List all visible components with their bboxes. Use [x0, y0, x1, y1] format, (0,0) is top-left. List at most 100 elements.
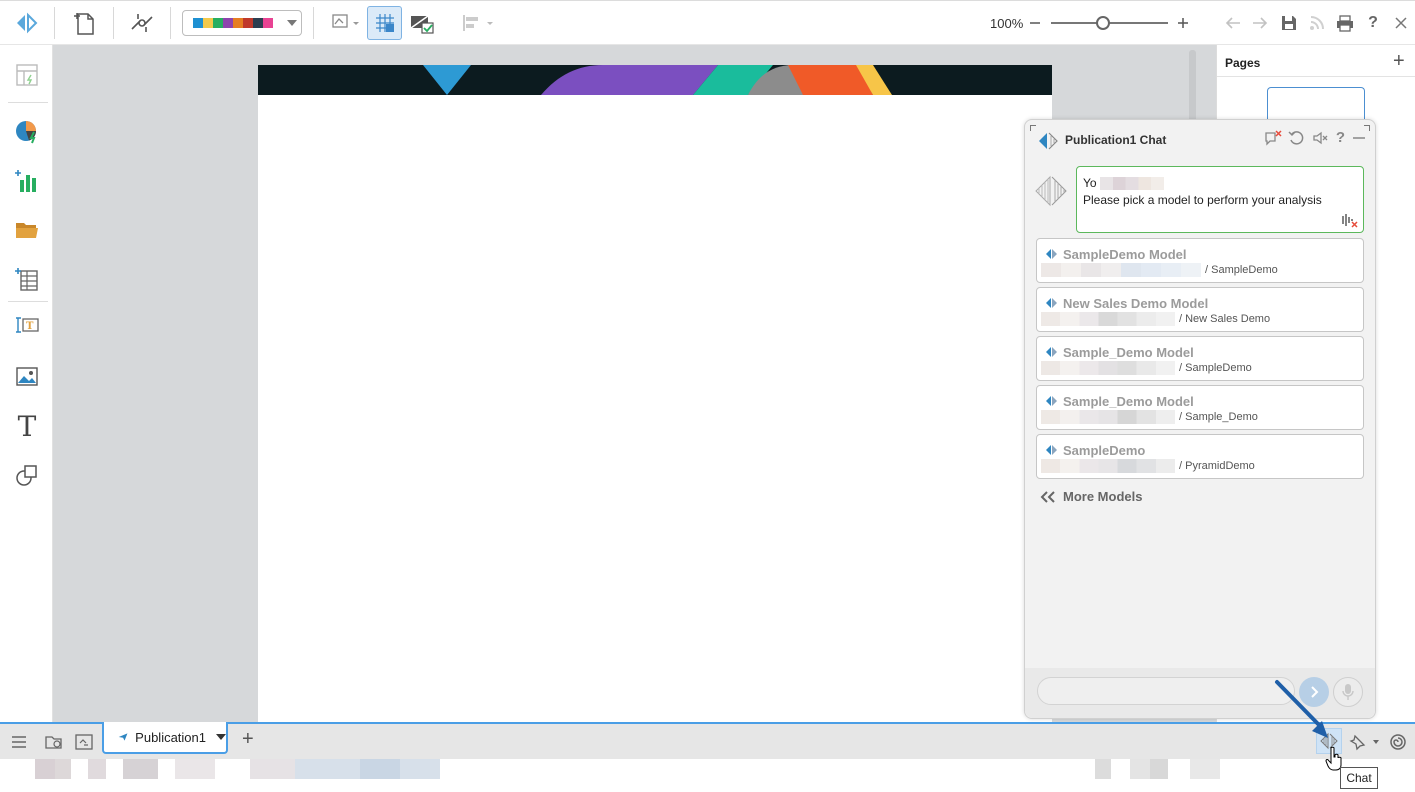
snap-to-grid-toggle[interactable]: [367, 6, 402, 40]
plus-icon: [1178, 18, 1188, 28]
prompt-text: Please pick a model to perform your anal…: [1083, 193, 1322, 207]
smart-layout-button[interactable]: [13, 61, 41, 89]
model-name: SampleDemo Model: [1063, 247, 1187, 262]
toolbar-divider: [113, 7, 114, 39]
zoom-level-label: 100%: [990, 16, 1024, 31]
add-visual-button[interactable]: [13, 167, 41, 195]
page-banner: [258, 65, 1052, 95]
toolbar-divider: [54, 7, 55, 39]
chat-logo-icon: [1039, 132, 1058, 150]
model-icon: [1046, 445, 1057, 455]
model-name: Sample_Demo Model: [1063, 345, 1194, 360]
report-page[interactable]: [258, 65, 1052, 725]
add-tab-button[interactable]: +: [242, 728, 254, 751]
add-text-button[interactable]: T: [13, 409, 41, 443]
add-image-button[interactable]: [13, 362, 41, 390]
add-page-button[interactable]: +: [1393, 50, 1405, 73]
new-page-button[interactable]: [68, 7, 100, 39]
layout-button[interactable]: [406, 7, 438, 39]
mute-icon[interactable]: [1312, 130, 1330, 146]
chat-input[interactable]: [1037, 677, 1295, 705]
close-button[interactable]: [1390, 7, 1412, 39]
model-path: / PyramidDemo: [1179, 460, 1255, 472]
folder-icon: [16, 223, 38, 238]
swirl-icon: [1390, 734, 1406, 750]
model-card[interactable]: Sample_Demo Model / Sample_Demo: [1036, 385, 1364, 430]
pie-chart-icon: [16, 121, 36, 144]
table-add-icon: [15, 268, 38, 291]
redacted-model-owner: [1041, 410, 1175, 424]
grid-icon: [375, 14, 394, 32]
new-page-icon: [74, 13, 94, 35]
model-card[interactable]: SampleDemo / PyramidDemo: [1036, 434, 1364, 479]
model-card[interactable]: Sample_Demo Model / SampleDemo: [1036, 336, 1364, 381]
zoom-slider-thumb[interactable]: [1096, 16, 1110, 30]
model-card[interactable]: New Sales Demo Model / New Sales Demo: [1036, 287, 1364, 332]
chat-panel: Publication1 Chat ? Yo Please pick a mod…: [1024, 119, 1376, 719]
model-card[interactable]: SampleDemo Model / SampleDemo: [1036, 238, 1364, 283]
chevron-down-icon[interactable]: [216, 734, 226, 740]
model-path: / SampleDemo: [1179, 362, 1252, 374]
greeting-text: Yo: [1083, 176, 1097, 190]
audio-off-icon[interactable]: [1341, 212, 1359, 228]
clear-chat-icon[interactable]: [1264, 129, 1282, 146]
minimize-icon[interactable]: [1351, 130, 1367, 146]
annotation-arrow: [1275, 680, 1328, 738]
dynamic-text-button[interactable]: T: [13, 311, 41, 339]
zoom-in-button[interactable]: [1174, 7, 1192, 39]
model-icon: [1046, 396, 1057, 406]
help-button[interactable]: ?: [1362, 7, 1384, 39]
smart-visual-button[interactable]: [13, 117, 41, 145]
theme-button[interactable]: [328, 7, 362, 39]
text-icon: T: [17, 409, 37, 443]
swirl-button[interactable]: [1388, 732, 1408, 752]
model-icon: [1046, 347, 1057, 357]
add-shape-button[interactable]: [13, 461, 41, 489]
app-logo-icon[interactable]: [12, 7, 42, 39]
more-models-button[interactable]: More Models: [1039, 489, 1142, 504]
model-icon: [1046, 298, 1057, 308]
rss-button[interactable]: [1306, 7, 1328, 39]
menu-button[interactable]: [9, 732, 29, 752]
chevron-down-icon: [287, 20, 297, 26]
pin-button[interactable]: [1348, 732, 1368, 752]
redacted-model-owner: [1041, 361, 1175, 375]
pin-icon: [1349, 734, 1366, 751]
help-icon[interactable]: ?: [1336, 129, 1345, 146]
undo-button[interactable]: [1222, 7, 1244, 39]
tab-publication1[interactable]: Publication1: [102, 722, 228, 754]
theme-icon: [332, 14, 359, 28]
align-button[interactable]: [458, 7, 496, 39]
connection-icon: [131, 14, 153, 32]
open-content-button[interactable]: [13, 216, 41, 244]
toolbar-divider: [313, 7, 314, 39]
sidebar-divider: [8, 301, 48, 302]
model-name: Sample_Demo Model: [1063, 394, 1194, 409]
canvas-vertical-scrollbar[interactable]: [1189, 50, 1196, 130]
redacted-model-owner: [1041, 459, 1175, 473]
model-name: New Sales Demo Model: [1063, 296, 1209, 311]
chat-tooltip: Chat: [1340, 767, 1378, 789]
zoom-out-button[interactable]: [1026, 7, 1044, 39]
redacted-model-owner: [1041, 263, 1201, 277]
close-icon: [1395, 17, 1407, 29]
color-palette-dropdown[interactable]: [182, 10, 302, 36]
save-button[interactable]: [1278, 7, 1300, 39]
model-name: SampleDemo: [1063, 443, 1146, 458]
more-models-label: More Models: [1063, 489, 1143, 504]
model-path: / New Sales Demo: [1179, 313, 1271, 325]
sidebar-divider: [8, 102, 48, 103]
question-icon: ?: [1368, 14, 1378, 31]
redo-button[interactable]: [1249, 7, 1271, 39]
fit-page-button[interactable]: [74, 732, 94, 752]
connections-button[interactable]: [126, 7, 158, 39]
open-file-button[interactable]: [44, 732, 64, 752]
align-left-icon: [463, 15, 493, 31]
double-chevron-left-icon: [1040, 490, 1055, 503]
save-icon: [1282, 16, 1296, 30]
model-path: / Sample_Demo: [1179, 411, 1258, 423]
print-button[interactable]: [1334, 7, 1356, 39]
pin-dropdown[interactable]: [1370, 732, 1382, 752]
add-table-button[interactable]: [13, 265, 41, 293]
reset-icon[interactable]: [1288, 130, 1306, 146]
